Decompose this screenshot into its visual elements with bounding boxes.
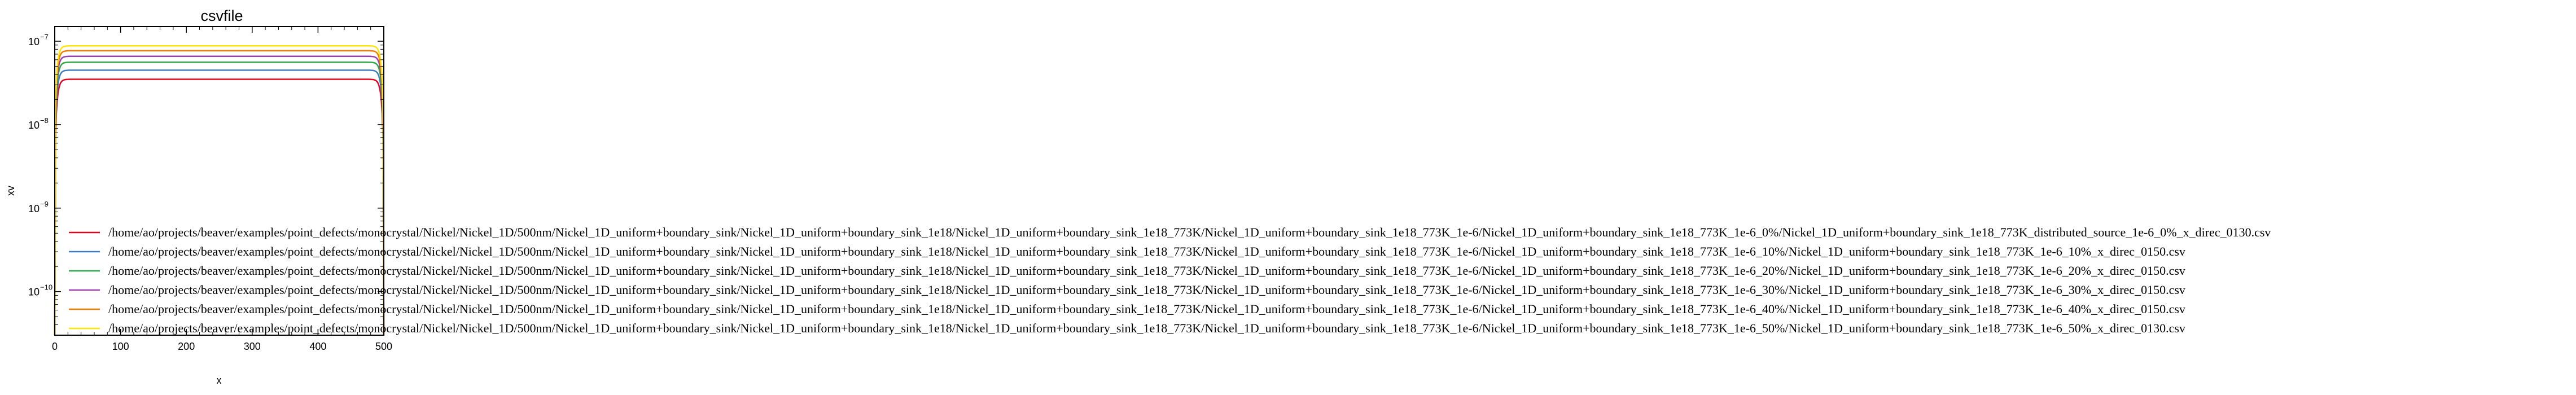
legend: /home/ao/projects/beaver/examples/point_…	[69, 225, 2271, 335]
y-tick-label: 10	[28, 120, 40, 131]
chart-root: csvfile 0 100 200 300 400 500 10 −10 10 −9 10 −8 10…	[0, 0, 2576, 392]
line-chart: csvfile 0 100 200 300 400 500 10 −1010 −910 −810…	[5, 7, 2271, 386]
y-tick-exponent: −7	[40, 33, 49, 41]
x-tick-label: 400	[309, 341, 326, 352]
y-tick-exponent: −9	[40, 200, 49, 208]
y-tick-label: 10	[28, 287, 40, 298]
legend-entry-label: /home/ao/projects/beaver/examples/point_…	[108, 283, 2185, 297]
x-tick-label: 0	[52, 341, 58, 352]
y-tick-label: 10	[28, 36, 40, 47]
y-tick-label: 10	[28, 203, 40, 214]
x-tick-label: 200	[178, 341, 195, 352]
legend-entry-label: /home/ao/projects/beaver/examples/point_…	[108, 302, 2185, 316]
y-tick-exponent: −8	[40, 116, 49, 125]
y-axis-label: xv	[5, 186, 16, 196]
legend-entry-label: /home/ao/projects/beaver/examples/point_…	[108, 321, 2185, 335]
legend-entry-label: /home/ao/projects/beaver/examples/point_…	[108, 244, 2185, 258]
x-axis-label: x	[217, 375, 222, 386]
legend-entry-label: /home/ao/projects/beaver/examples/point_…	[108, 264, 2185, 278]
x-tick-label: 500	[375, 341, 392, 352]
chart-title: csvfile	[200, 7, 243, 24]
x-tick-label: 100	[112, 341, 129, 352]
x-tick-label: 300	[244, 341, 261, 352]
y-tick-exponent: −10	[40, 283, 52, 292]
legend-entry-label: /home/ao/projects/beaver/examples/point_…	[108, 225, 2271, 239]
